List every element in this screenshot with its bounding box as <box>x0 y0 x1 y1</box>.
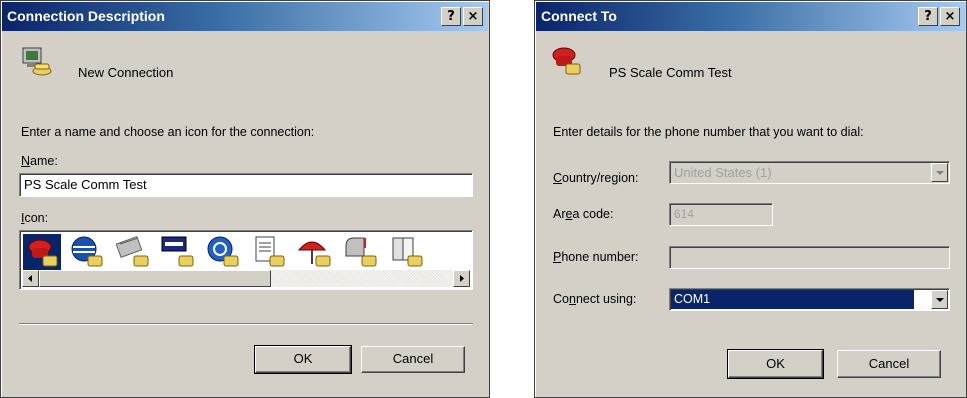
scroll-left-button[interactable] <box>22 270 39 287</box>
name-label: Name: <box>21 154 58 168</box>
area-code-label-text: a code: <box>572 207 614 221</box>
icon-list-scrollbar[interactable] <box>22 270 470 287</box>
connect-using-label-text: nect using: <box>575 292 637 306</box>
icon-option-mailbox[interactable] <box>342 234 380 270</box>
connect-using-select[interactable]: COM1 <box>669 288 950 311</box>
red-phone-icon <box>28 239 58 267</box>
icon-option-red-phone[interactable] <box>23 234 61 270</box>
icon-label-text: con: <box>24 211 49 225</box>
connection-name-header: PS Scale Comm Test <box>609 65 732 80</box>
icon-option-ge[interactable] <box>204 234 242 270</box>
icon-option-umbrella[interactable] <box>296 234 334 270</box>
connect-using-label-pre: Co <box>553 292 569 306</box>
connection-name-header: New Connection <box>78 65 174 80</box>
name-label-mnemonic: N <box>21 154 31 168</box>
title-bar[interactable]: Connect To ? × <box>536 2 965 31</box>
phone-number-label: Phone number: <box>553 250 638 264</box>
area-code-label-pre: Ar <box>553 207 566 221</box>
mci-phone-icon <box>161 236 194 267</box>
icon-option-mci[interactable] <box>159 234 197 270</box>
icon-option-book[interactable] <box>388 234 426 270</box>
icon-option-document[interactable] <box>250 234 288 270</box>
satellite-phone-icon <box>115 236 149 267</box>
connect-using-dropdown-button[interactable] <box>931 290 948 309</box>
help-button[interactable]: ? <box>918 7 938 26</box>
cancel-button[interactable]: Cancel <box>361 346 465 373</box>
book-phone-icon <box>392 237 423 267</box>
icon-list[interactable] <box>19 230 473 290</box>
ge-globe-phone-icon <box>207 236 239 267</box>
area-code-label: Area code: <box>553 207 613 221</box>
arrow-left-icon <box>28 275 32 282</box>
connect-using-label: Connect using: <box>553 292 636 306</box>
red-phone-icon <box>552 47 581 75</box>
connect-using-label-mnemonic: n <box>568 292 576 306</box>
name-label-text: ame: <box>30 154 58 168</box>
umbrella-phone-icon <box>297 241 331 267</box>
country-value: United States (1) <box>674 165 772 180</box>
phone-number-field <box>669 246 950 269</box>
title-bar[interactable]: Connection Description ? × <box>2 2 488 31</box>
dialog-title: Connection Description <box>7 8 165 24</box>
country-dropdown-button <box>931 163 948 182</box>
icon-label: Icon: <box>21 211 48 225</box>
separator <box>19 323 473 325</box>
connect-using-value: COM1 <box>671 290 914 309</box>
connection-description-dialog: Connection Description ? × New Connectio… <box>0 0 490 398</box>
country-label-mnemonic: C <box>553 171 563 185</box>
close-button[interactable]: × <box>463 7 483 26</box>
connect-to-dialog: Connect To ? × PS Scale Comm Test Enter … <box>534 0 967 398</box>
instruction-text: Enter a name and choose an icon for the … <box>21 125 315 139</box>
dialog-title: Connect To <box>541 8 617 24</box>
ok-button[interactable]: OK <box>727 349 824 379</box>
country-label-text: ountry/region: <box>562 171 639 185</box>
icon-option-satellite[interactable] <box>114 234 152 270</box>
scroll-right-button[interactable] <box>453 270 470 287</box>
cancel-button[interactable]: Cancel <box>837 350 941 378</box>
arrow-right-icon <box>460 275 464 282</box>
phone-computer-icon <box>22 47 52 76</box>
country-select: United States (1) <box>669 161 950 184</box>
mailbox-phone-icon <box>345 237 377 267</box>
name-field[interactable]: PS Scale Comm Test <box>19 173 473 197</box>
globe-phone-icon <box>71 236 103 267</box>
instruction-text: Enter details for the phone number that … <box>553 125 864 139</box>
country-label: Country/region: <box>553 171 638 185</box>
help-button[interactable]: ? <box>441 7 461 26</box>
close-button[interactable]: × <box>940 7 960 26</box>
phone-number-label-text: hone number: <box>561 250 639 264</box>
document-phone-icon <box>255 236 285 267</box>
ok-button[interactable]: OK <box>254 345 352 374</box>
icon-option-globe[interactable] <box>68 234 106 270</box>
scroll-thumb[interactable] <box>39 270 271 287</box>
area-code-field: 614 <box>669 203 773 226</box>
